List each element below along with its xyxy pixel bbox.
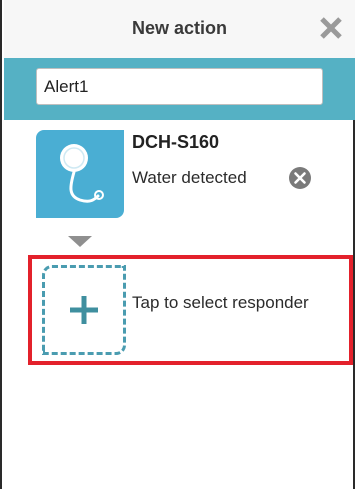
page-title: New action bbox=[131, 18, 228, 38]
action-name-bar bbox=[4, 58, 355, 120]
device-tile bbox=[36, 130, 124, 218]
close-icon[interactable] bbox=[317, 14, 345, 42]
trigger-device-card[interactable]: DCH-S160 Water detected bbox=[2, 120, 355, 230]
select-responder-card[interactable]: Tap to select responder bbox=[28, 255, 353, 365]
remove-icon[interactable] bbox=[288, 166, 312, 190]
down-arrow-icon bbox=[68, 236, 92, 247]
plus-icon bbox=[70, 296, 98, 324]
action-name-input[interactable] bbox=[36, 68, 323, 105]
header-bar: New action bbox=[4, 0, 355, 59]
water-sensor-icon bbox=[60, 144, 104, 203]
app-frame: New action DCH-S160 Water detected bbox=[0, 0, 355, 489]
responder-label: Tap to select responder bbox=[132, 293, 309, 312]
device-name: DCH-S160 bbox=[132, 132, 220, 152]
add-responder-tile[interactable] bbox=[42, 265, 126, 355]
device-event: Water detected bbox=[132, 168, 247, 187]
